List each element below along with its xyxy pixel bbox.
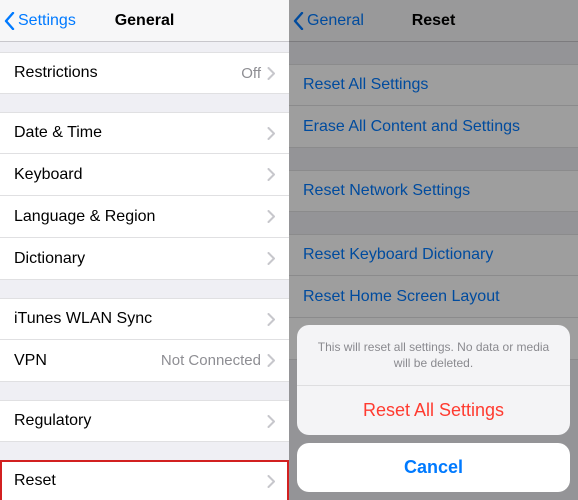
back-label: Settings (18, 12, 76, 30)
sheet-message: This will reset all settings. No data or… (297, 325, 570, 386)
navbar-general: Settings General (0, 0, 289, 42)
row-label: Keyboard (14, 166, 267, 184)
action-sheet: This will reset all settings. No data or… (297, 325, 570, 492)
group-restrictions: Restrictions Off (0, 52, 289, 94)
chevron-right-icon (267, 252, 275, 265)
row-label: VPN (14, 352, 161, 370)
group-connect: iTunes WLAN Sync VPN Not Connected (0, 298, 289, 382)
row-date-time[interactable]: Date & Time (0, 112, 289, 154)
row-keyboard[interactable]: Keyboard (0, 154, 289, 196)
back-to-settings[interactable]: Settings (0, 12, 76, 30)
group-regulatory: Regulatory (0, 400, 289, 442)
row-language-region[interactable]: Language & Region (0, 196, 289, 238)
chevron-right-icon (267, 67, 275, 80)
reset-all-settings-button[interactable]: Reset All Settings (297, 386, 570, 435)
screen-general: Settings General Restrictions Off Date &… (0, 0, 289, 500)
chevron-right-icon (267, 475, 275, 488)
row-regulatory[interactable]: Regulatory (0, 400, 289, 442)
row-dictionary[interactable]: Dictionary (0, 238, 289, 280)
screen-reset: General Reset Reset All Settings Erase A… (289, 0, 578, 500)
chevron-right-icon (267, 415, 275, 428)
chevron-right-icon (267, 210, 275, 223)
sheet-card: This will reset all settings. No data or… (297, 325, 570, 435)
row-vpn[interactable]: VPN Not Connected (0, 340, 289, 382)
row-label: Regulatory (14, 412, 267, 430)
row-reset[interactable]: Reset (0, 460, 289, 500)
row-value: Not Connected (161, 352, 261, 369)
group-reset: Reset (0, 460, 289, 500)
cancel-button[interactable]: Cancel (297, 443, 570, 492)
chevron-right-icon (267, 127, 275, 140)
row-itunes-wlan[interactable]: iTunes WLAN Sync (0, 298, 289, 340)
chevron-right-icon (267, 168, 275, 181)
group-prefs: Date & Time Keyboard Language & Region D… (0, 112, 289, 280)
row-label: Language & Region (14, 208, 267, 226)
row-restrictions[interactable]: Restrictions Off (0, 52, 289, 94)
row-label: Restrictions (14, 64, 241, 82)
chevron-right-icon (267, 313, 275, 326)
row-label: Dictionary (14, 250, 267, 268)
row-value: Off (241, 65, 261, 82)
row-label: iTunes WLAN Sync (14, 310, 267, 328)
row-label: Date & Time (14, 124, 267, 142)
row-label: Reset (14, 472, 267, 490)
chevron-right-icon (267, 354, 275, 367)
chevron-left-icon (4, 12, 15, 30)
